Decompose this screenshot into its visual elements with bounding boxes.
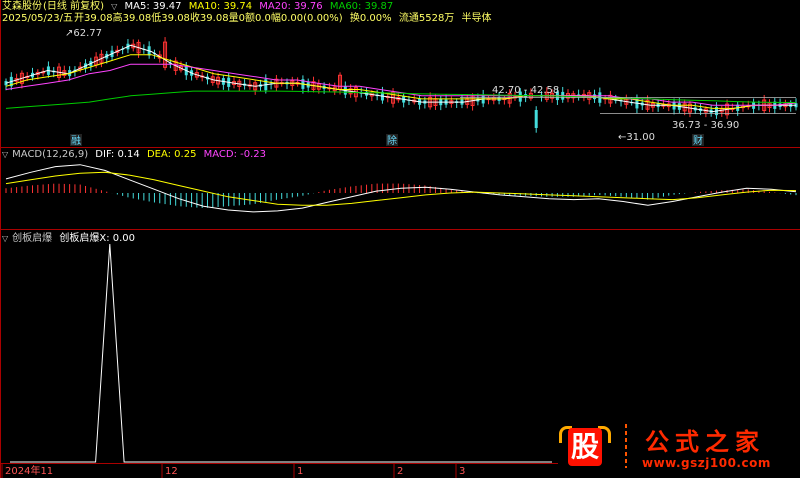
annotation-range1: 42.70 - 42.58: [492, 85, 559, 96]
tag-chu: 除: [387, 134, 397, 147]
x-label-2: 1: [297, 466, 303, 477]
candles: [4, 37, 798, 133]
info-high: 高39.08: [112, 13, 152, 24]
macd-dif: DIF: 0.14: [95, 149, 140, 160]
macd-expand-icon[interactable]: ▽: [2, 150, 8, 159]
info-open: 开39.08: [74, 13, 113, 24]
signal-line-value: 创板启爆X: 0.00: [59, 233, 136, 244]
x-axis: 2024年11 12 1 2 3: [1, 464, 465, 478]
info-change: 幅0.00(0.00%): [270, 13, 343, 24]
x-label-4: 3: [459, 466, 465, 477]
candle-body: [534, 110, 538, 128]
ma10-value: MA10: 39.74: [188, 1, 253, 12]
dif-line: [5, 164, 797, 213]
macd-title[interactable]: MACD(12,26,9): [12, 149, 88, 160]
x-label-3: 2: [397, 466, 403, 477]
ma60-value: MA60: 39.87: [329, 1, 394, 12]
annotation-high: ↗62.77: [65, 28, 102, 39]
macd-dea: DEA: 0.25: [146, 149, 197, 160]
info-close: 收39.08: [189, 13, 229, 24]
info-turnover: 换0.00%: [349, 13, 392, 24]
logo-char: 股: [568, 428, 602, 466]
info-volume: 量0: [228, 13, 245, 24]
x-label-1: 12: [165, 466, 178, 477]
macd-panel[interactable]: [5, 164, 797, 213]
macd-value: MACD: -0.23: [203, 149, 267, 160]
stock-name[interactable]: 艾森股份: [2, 1, 42, 12]
watermark-name: 公式之家: [645, 427, 765, 456]
macd-header: ▽ MACD(12,26,9) DIF: 0.14 DEA: 0.25 MACD:…: [2, 149, 270, 161]
info-amount: 额0.0: [244, 13, 271, 24]
watermark-divider: [625, 424, 627, 468]
info-sector: 半导体: [461, 13, 492, 24]
main-header: 艾森股份(日线 前复权) ▽ MA5: 39.47 MA10: 39.74 MA…: [2, 1, 397, 13]
expand-icon[interactable]: ▽: [111, 2, 117, 11]
macd-histogram: [5, 183, 797, 208]
period-label[interactable]: (日线 前复权): [43, 1, 104, 12]
ma-line-ma10: [5, 54, 797, 109]
ma20-value: MA20: 39.76: [259, 1, 323, 12]
x-label-0: 2024年11: [5, 464, 53, 477]
signal-panel[interactable]: [10, 243, 552, 463]
signal-line: [10, 243, 552, 463]
info-float: 流通5528万: [398, 13, 455, 24]
signal-title[interactable]: 创板启爆: [12, 233, 52, 244]
info-low: 低39.08: [151, 13, 190, 24]
info-date: 2025/05/23/五: [2, 13, 74, 24]
signal-header: ▽ 创板启爆 创板启爆X: 0.00: [2, 233, 139, 245]
tag-rong: 融: [71, 135, 81, 147]
tag-cai: 财: [693, 134, 703, 147]
candlestick-panel[interactable]: ↗62.77 42.70 - 42.58 36.73 - 36.90 ←31.00 融 除…: [4, 28, 798, 147]
watermark: 股 公式之家 www.gszj100.com: [555, 418, 795, 474]
info-line: 2025/05/23/五开39.08高39.08低39.08收39.08量0额0…: [2, 13, 496, 25]
watermark-url[interactable]: www.gszj100.com: [642, 456, 771, 470]
signal-expand-icon[interactable]: ▽: [2, 234, 8, 243]
ma5-value: MA5: 39.47: [124, 1, 182, 12]
annotation-range2: 36.73 - 36.90: [672, 120, 739, 131]
annotation-low: ←31.00: [618, 132, 655, 143]
watermark-logo: 股: [559, 422, 611, 470]
